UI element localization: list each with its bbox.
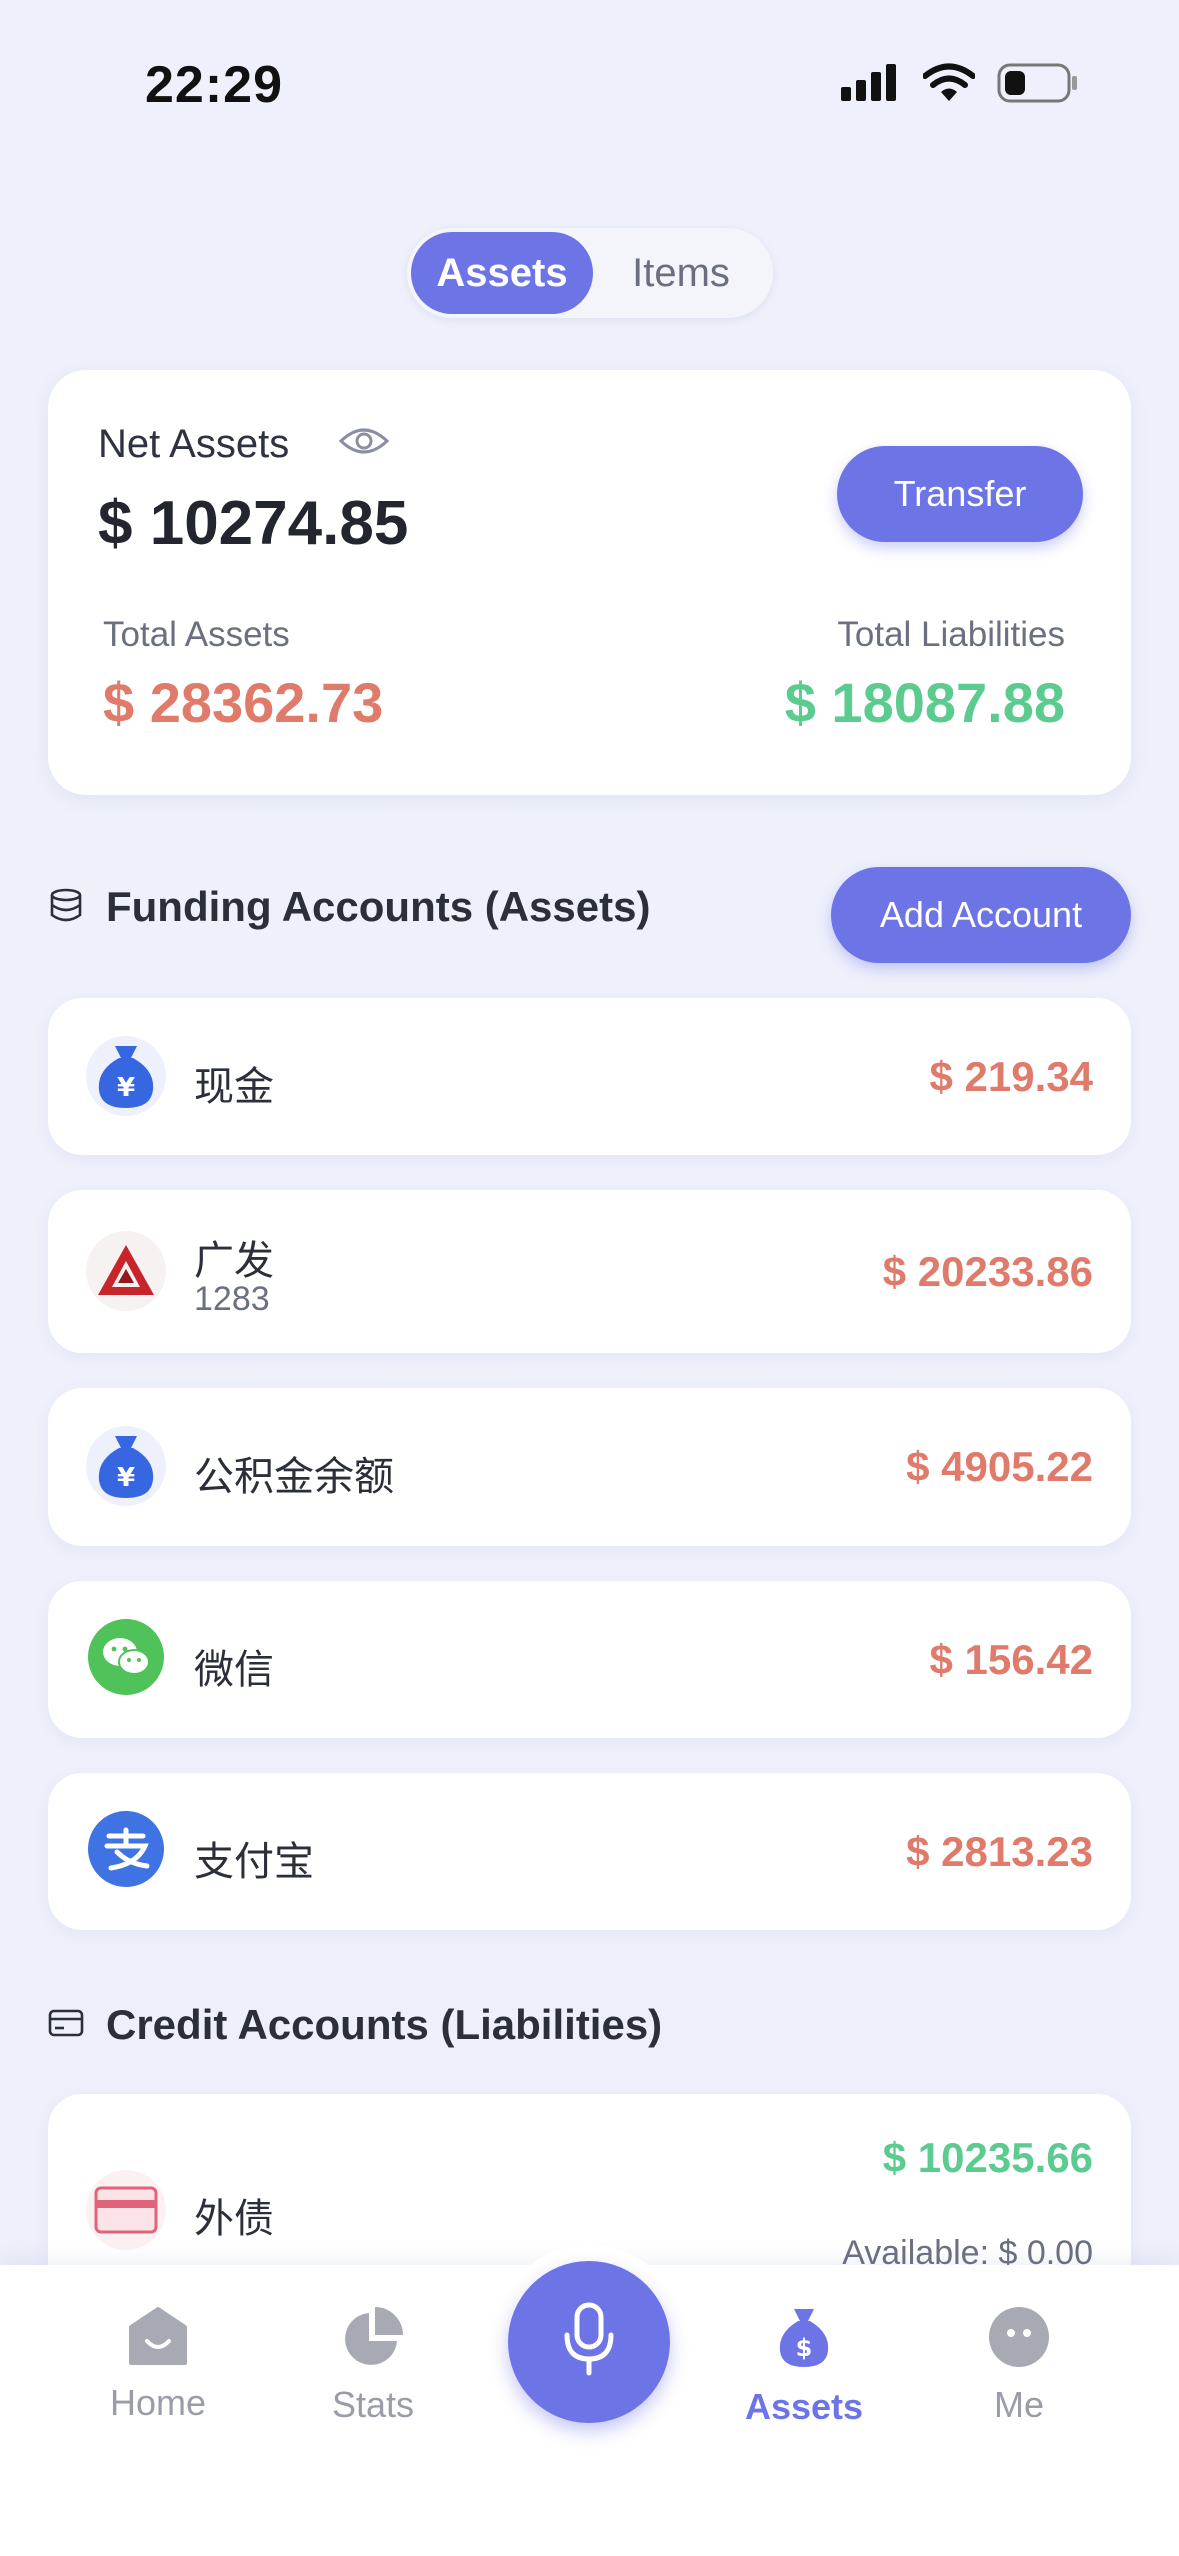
- account-row-cash[interactable]: ¥ 现金 $ 219.34: [48, 998, 1131, 1155]
- total-liabilities-label: Total Liabilities: [837, 615, 1065, 654]
- alipay-icon: [88, 1811, 164, 1887]
- eye-icon[interactable]: [338, 425, 390, 462]
- add-account-button[interactable]: Add Account: [831, 867, 1131, 963]
- account-row-guangfa[interactable]: 广发 1283 $ 20233.86: [48, 1190, 1131, 1353]
- account-name: 公积金余额: [194, 1455, 394, 1499]
- status-icons: [841, 62, 1079, 104]
- battery-icon: [997, 63, 1077, 103]
- net-assets-card: Net Assets $ 10274.85 Transfer Total Ass…: [48, 370, 1131, 795]
- screen: 22:29 Assets Items Net Assets $ 10274.85…: [0, 0, 1179, 2556]
- nav-me[interactable]: Me: [939, 2305, 1099, 2426]
- account-name: 外债: [194, 2197, 274, 2241]
- credit-card-icon: [86, 2170, 166, 2250]
- nav-assets-label: Assets: [744, 2386, 864, 2427]
- money-bag-icon: ¥: [86, 1426, 166, 1506]
- credit-section-title: Credit Accounts (Liabilities): [106, 2001, 663, 2048]
- account-row-wechat[interactable]: 微信 $ 156.42: [48, 1581, 1131, 1738]
- account-amount: $ 4905.22: [906, 1443, 1093, 1490]
- total-assets-value: $ 28362.73: [103, 671, 384, 734]
- database-icon: [48, 887, 84, 928]
- total-assets-label: Total Assets: [103, 615, 290, 654]
- voice-input-button-wrap: [492, 2245, 686, 2439]
- credit-section-header: Credit Accounts (Liabilities): [48, 2001, 662, 2049]
- account-amount: $ 156.42: [929, 1636, 1094, 1683]
- bank-logo-icon: [86, 1231, 166, 1311]
- account-amount: $ 20233.86: [882, 1248, 1093, 1295]
- svg-text:$: $: [796, 2334, 813, 2362]
- account-name: 广发: [194, 1239, 274, 1283]
- voice-input-button[interactable]: [508, 2261, 670, 2423]
- nav-stats-label: Stats: [331, 2384, 415, 2425]
- nav-home-label: Home: [109, 2382, 207, 2423]
- account-amount: $ 219.34: [929, 1053, 1094, 1100]
- status-time: 22:29: [145, 56, 283, 114]
- net-assets-value: $ 10274.85: [98, 489, 409, 558]
- money-bag-icon: ¥: [86, 1036, 166, 1116]
- account-name: 微信: [194, 1648, 274, 1692]
- liability-amount: $ 10235.66: [882, 2134, 1093, 2181]
- cellular-signal-icon: [841, 64, 896, 101]
- money-bag-icon: $: [774, 2305, 834, 2376]
- wechat-icon: [88, 1619, 164, 1695]
- nav-home[interactable]: Home: [78, 2305, 238, 2424]
- account-name: 现金: [194, 1065, 274, 1109]
- tab-items[interactable]: Items: [593, 232, 769, 314]
- nav-stats[interactable]: Stats: [293, 2305, 453, 2426]
- funding-section-title: Funding Accounts (Assets): [106, 883, 651, 930]
- status-bar: 22:29: [0, 0, 1179, 170]
- nav-me-label: Me: [993, 2384, 1044, 2425]
- nav-assets[interactable]: $ Assets: [724, 2305, 884, 2428]
- total-liabilities-value: $ 18087.88: [784, 671, 1065, 734]
- account-amount: $ 2813.23: [906, 1828, 1093, 1875]
- credit-card-icon: [48, 2008, 84, 2043]
- account-name: 支付宝: [194, 1840, 314, 1884]
- funding-section-header: Funding Accounts (Assets): [48, 883, 650, 931]
- pie-chart-icon: [341, 2305, 405, 2374]
- account-number: 1283: [194, 1280, 270, 1318]
- svg-text:¥: ¥: [117, 1463, 135, 1493]
- view-segment-control: Assets Items: [407, 228, 773, 318]
- home-icon: [125, 2305, 191, 2372]
- transfer-button[interactable]: Transfer: [837, 446, 1083, 542]
- profile-face-icon: [987, 2305, 1051, 2374]
- microphone-icon: [559, 2301, 619, 2384]
- account-row-housing-fund[interactable]: ¥ 公积金余额 $ 4905.22: [48, 1388, 1131, 1546]
- net-assets-label: Net Assets: [98, 422, 290, 466]
- wifi-icon: [923, 63, 975, 101]
- svg-text:¥: ¥: [117, 1073, 135, 1103]
- tab-assets[interactable]: Assets: [411, 232, 593, 314]
- account-row-alipay[interactable]: 支付宝 $ 2813.23: [48, 1773, 1131, 1930]
